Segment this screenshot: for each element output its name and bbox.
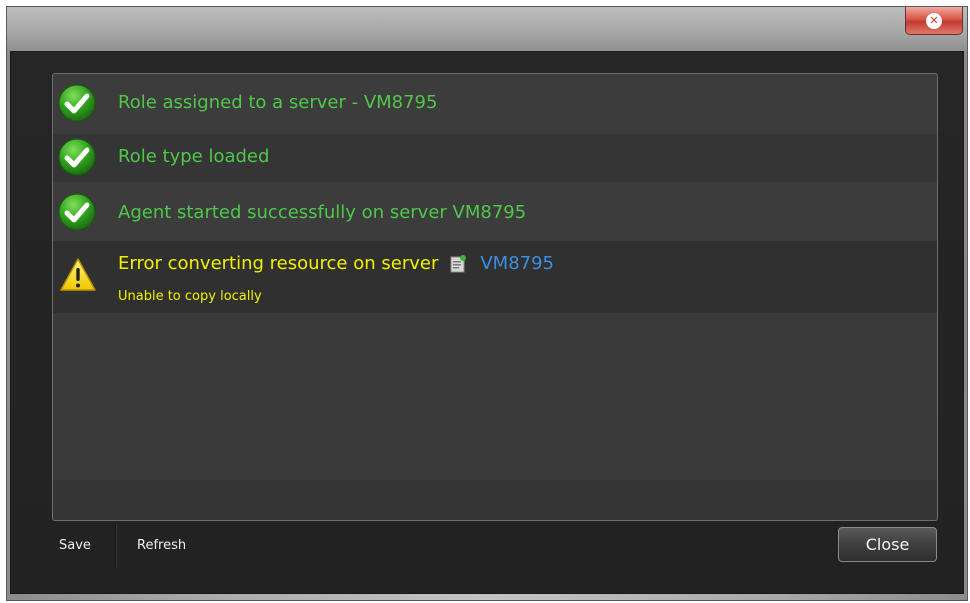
empty-list-area — [53, 313, 937, 520]
close-icon: ✕ — [926, 12, 942, 29]
message-list: Role assigned to a server - VM8795 Role … — [52, 73, 938, 521]
close-button[interactable]: Close — [838, 527, 937, 562]
message-text: Role assigned to a server - VM8795 — [118, 92, 438, 113]
list-item: Agent started successfully on server VM8… — [53, 182, 937, 241]
check-circle-icon — [58, 193, 96, 231]
list-item: Error converting resource on server VM87… — [53, 241, 937, 313]
message-detail: Unable to copy locally — [118, 289, 262, 304]
server-link[interactable]: VM8795 — [480, 253, 554, 274]
dialog-window: ✕ Role assigned to a server - VM8795 Rol… — [6, 6, 968, 601]
message-text: Agent started successfully on server VM8… — [118, 202, 527, 223]
warning-text: Error converting resource on server — [118, 253, 439, 274]
check-circle-icon — [58, 138, 96, 176]
message-text: Role type loaded — [118, 146, 270, 167]
check-circle-icon — [58, 84, 96, 122]
list-item: Role assigned to a server - VM8795 — [53, 74, 937, 134]
refresh-button[interactable]: Refresh — [137, 538, 186, 553]
list-item: Role type loaded — [53, 134, 937, 182]
server-icon — [450, 254, 467, 272]
save-button[interactable]: Save — [59, 538, 91, 553]
warning-triangle-icon — [60, 258, 96, 291]
footer-divider — [115, 524, 116, 568]
dialog-client-area: Role assigned to a server - VM8795 Role … — [10, 51, 964, 594]
title-bar: ✕ — [7, 7, 967, 51]
message-text: Error converting resource on server VM87… — [118, 253, 554, 274]
window-close-button[interactable]: ✕ — [905, 7, 963, 35]
